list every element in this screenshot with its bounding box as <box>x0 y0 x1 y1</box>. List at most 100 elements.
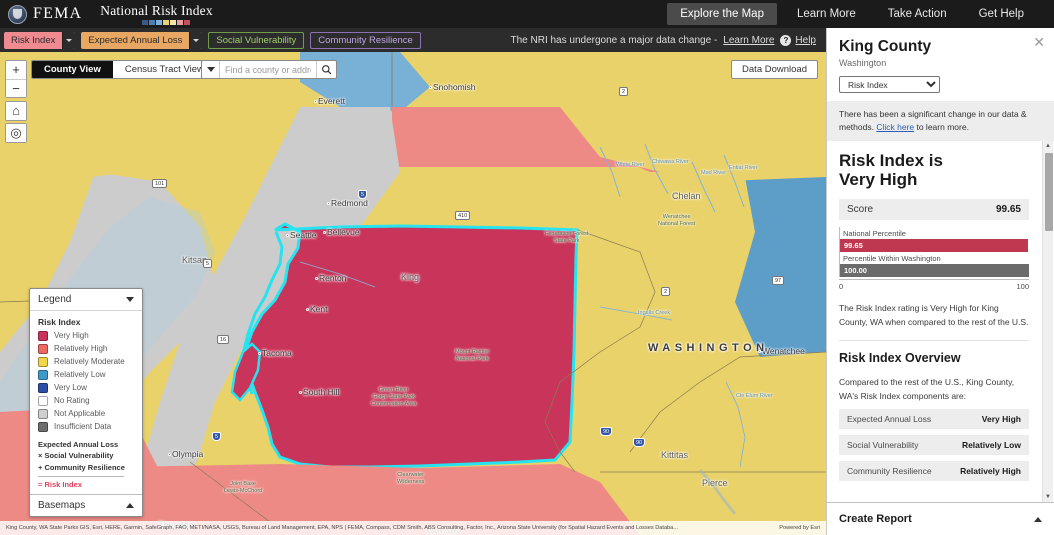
home-button[interactable]: ⌂ <box>5 101 27 121</box>
legend-item-label: Not Applicable <box>54 409 106 419</box>
risk-map[interactable]: Everett Seattle Bellevue Redmond Renton Kent T… <box>0 52 826 535</box>
panel-scroll-region[interactable]: Risk Index is Very High Score 99.65 Nati… <box>827 140 1054 502</box>
fema-wordmark: FEMA <box>33 5 83 22</box>
view-toggle-county-view[interactable]: County View <box>32 61 113 78</box>
locate-button[interactable]: ◎ <box>5 123 27 143</box>
search-input[interactable] <box>220 61 316 78</box>
legend-body: Risk Index Very High Relatively High Relat… <box>30 311 142 494</box>
panel-scrollbar[interactable]: ▲ ▼ <box>1042 140 1053 502</box>
nav-take-action[interactable]: Take Action <box>876 4 959 24</box>
city-marker <box>315 277 318 280</box>
county-detail-panel: ✕ King County Washington Risk IndexExpec… <box>826 28 1054 535</box>
app-title-block: National Risk Index <box>100 3 213 25</box>
panel-title: King County <box>839 38 932 55</box>
chevron-down-icon[interactable] <box>126 297 134 302</box>
percentile-bar-label-1: Percentile Within Washington <box>843 253 941 263</box>
legend-item-no-rating[interactable]: No Rating <box>38 396 134 406</box>
percentile-axis: 0 100 <box>839 278 1029 291</box>
filter-chip-community-resilience[interactable]: Community Resilience <box>310 31 421 49</box>
legend-swatch <box>38 357 48 367</box>
zoom-controls[interactable]: + − <box>5 60 27 98</box>
rating-line-2: Very High <box>839 170 918 190</box>
zoom-in-button[interactable]: + <box>6 61 26 79</box>
create-report-button[interactable]: Create Report <box>827 502 1054 535</box>
filter-chip-label: Expected Annual Loss <box>88 34 183 46</box>
nri-swatch-2 <box>156 20 163 25</box>
filter-chip-risk-index[interactable]: Risk Index <box>4 31 76 49</box>
legend-item-insufficient-data[interactable]: Insufficient Data <box>38 422 134 432</box>
zoom-out-button[interactable]: − <box>6 79 26 97</box>
legend-item-label: Very High <box>54 331 89 341</box>
nri-color-swatches <box>142 20 213 25</box>
legend-swatch <box>38 383 48 393</box>
legend-header[interactable]: Legend <box>30 289 142 311</box>
data-download-button[interactable]: Data Download <box>731 60 818 79</box>
legend-formula-line-0: Expected Annual Loss <box>38 440 119 449</box>
home-icon[interactable]: ⌂ <box>6 102 26 120</box>
map-view-toggle[interactable]: County View Census Tract View <box>31 60 217 79</box>
legend-item-label: Relatively Moderate <box>54 357 125 367</box>
legend-item-very-low[interactable]: Very Low <box>38 383 134 393</box>
chevron-down-icon[interactable] <box>62 31 76 49</box>
score-row: Score 99.65 <box>839 198 1029 220</box>
legend-item-relatively-high[interactable]: Relatively High <box>38 344 134 354</box>
chevron-down-icon[interactable] <box>202 61 220 78</box>
legend-item-list: Very High Relatively High Relatively Moder… <box>38 331 134 432</box>
map-search[interactable] <box>201 60 337 79</box>
legend-formula-result: = Risk Index <box>38 479 82 489</box>
legend-item-very-high[interactable]: Very High <box>38 331 134 341</box>
basemaps-header[interactable]: Basemaps <box>30 494 142 516</box>
nri-swatch-5 <box>177 20 184 25</box>
legend-item-label: Relatively Low <box>54 370 106 380</box>
nav-learn-more[interactable]: Learn More <box>785 4 868 24</box>
city-marker <box>258 352 261 355</box>
city-marker <box>299 391 302 394</box>
panel-notice-link[interactable]: Click here <box>876 122 914 132</box>
panel-notice-post: to learn more. <box>914 121 969 132</box>
legend-item-label: Relatively High <box>54 344 108 354</box>
filter-chip-label: Risk Index <box>11 34 56 46</box>
component-row-social-vulnerability: Social Vulnerability Relatively Low <box>839 434 1029 455</box>
create-report-label: Create Report <box>839 513 912 525</box>
chevron-up-icon[interactable] <box>126 503 134 508</box>
panel-data-notice: There has been a significant change in o… <box>827 101 1054 141</box>
component-value: Relatively Low <box>961 439 1021 450</box>
city-marker <box>168 453 171 456</box>
panel-header: ✕ King County Washington Risk IndexExpec… <box>827 28 1054 101</box>
legend-formula-line-1: × Social Vulnerability <box>38 451 114 461</box>
scroll-down-arrow[interactable]: ▼ <box>1043 491 1053 502</box>
help-label[interactable]: Help <box>795 35 816 46</box>
legend-swatch <box>38 396 48 406</box>
search-icon[interactable] <box>316 61 336 78</box>
metric-select[interactable]: Risk IndexExpected Annual LossSocial Vul… <box>839 76 940 93</box>
legend-item-label: No Rating <box>54 396 90 406</box>
legend-item-relatively-moderate[interactable]: Relatively Moderate <box>38 357 134 367</box>
filter-chip-expected-annual-loss[interactable]: Expected Annual Loss <box>81 31 203 49</box>
legend-item-label: Insufficient Data <box>54 422 112 432</box>
filter-chip-social-vulnerability[interactable]: Social Vulnerability <box>208 31 305 49</box>
map-route-shield-5-2: 5 <box>203 259 213 268</box>
notice-learn-more-link[interactable]: Learn More <box>723 35 774 46</box>
legend-item-relatively-low[interactable]: Relatively Low <box>38 370 134 380</box>
locate-icon[interactable]: ◎ <box>6 124 26 142</box>
help-link[interactable]: ? Help <box>780 34 816 46</box>
fema-logo[interactable]: FEMA <box>0 4 83 24</box>
city-marker <box>323 231 326 234</box>
scroll-up-arrow[interactable]: ▲ <box>1043 141 1053 152</box>
legend-section-title: Risk Index <box>38 317 81 327</box>
map-route-shield-16-3: 16 <box>217 335 230 344</box>
close-icon[interactable]: ✕ <box>1033 34 1045 51</box>
map-route-shield-90-7: 90 <box>600 427 613 436</box>
panel-divider <box>839 339 1029 341</box>
scrollbar-thumb[interactable] <box>1045 152 1053 231</box>
map-route-shield-410-12: 410 <box>455 211 471 220</box>
city-marker <box>758 350 761 353</box>
legend-item-not-applicable[interactable]: Not Applicable <box>38 409 134 419</box>
nav-get-help[interactable]: Get Help <box>967 4 1036 24</box>
rating-headline: Risk Index is Very High <box>839 151 1029 190</box>
chevron-up-icon[interactable] <box>1034 517 1042 522</box>
nri-swatch-3 <box>163 20 170 25</box>
nav-explore-the-map[interactable]: Explore the Map <box>667 3 777 25</box>
chevron-down-icon[interactable] <box>189 31 203 49</box>
filter-bar: Risk Index Expected Annual Loss Social Vul… <box>0 28 826 52</box>
